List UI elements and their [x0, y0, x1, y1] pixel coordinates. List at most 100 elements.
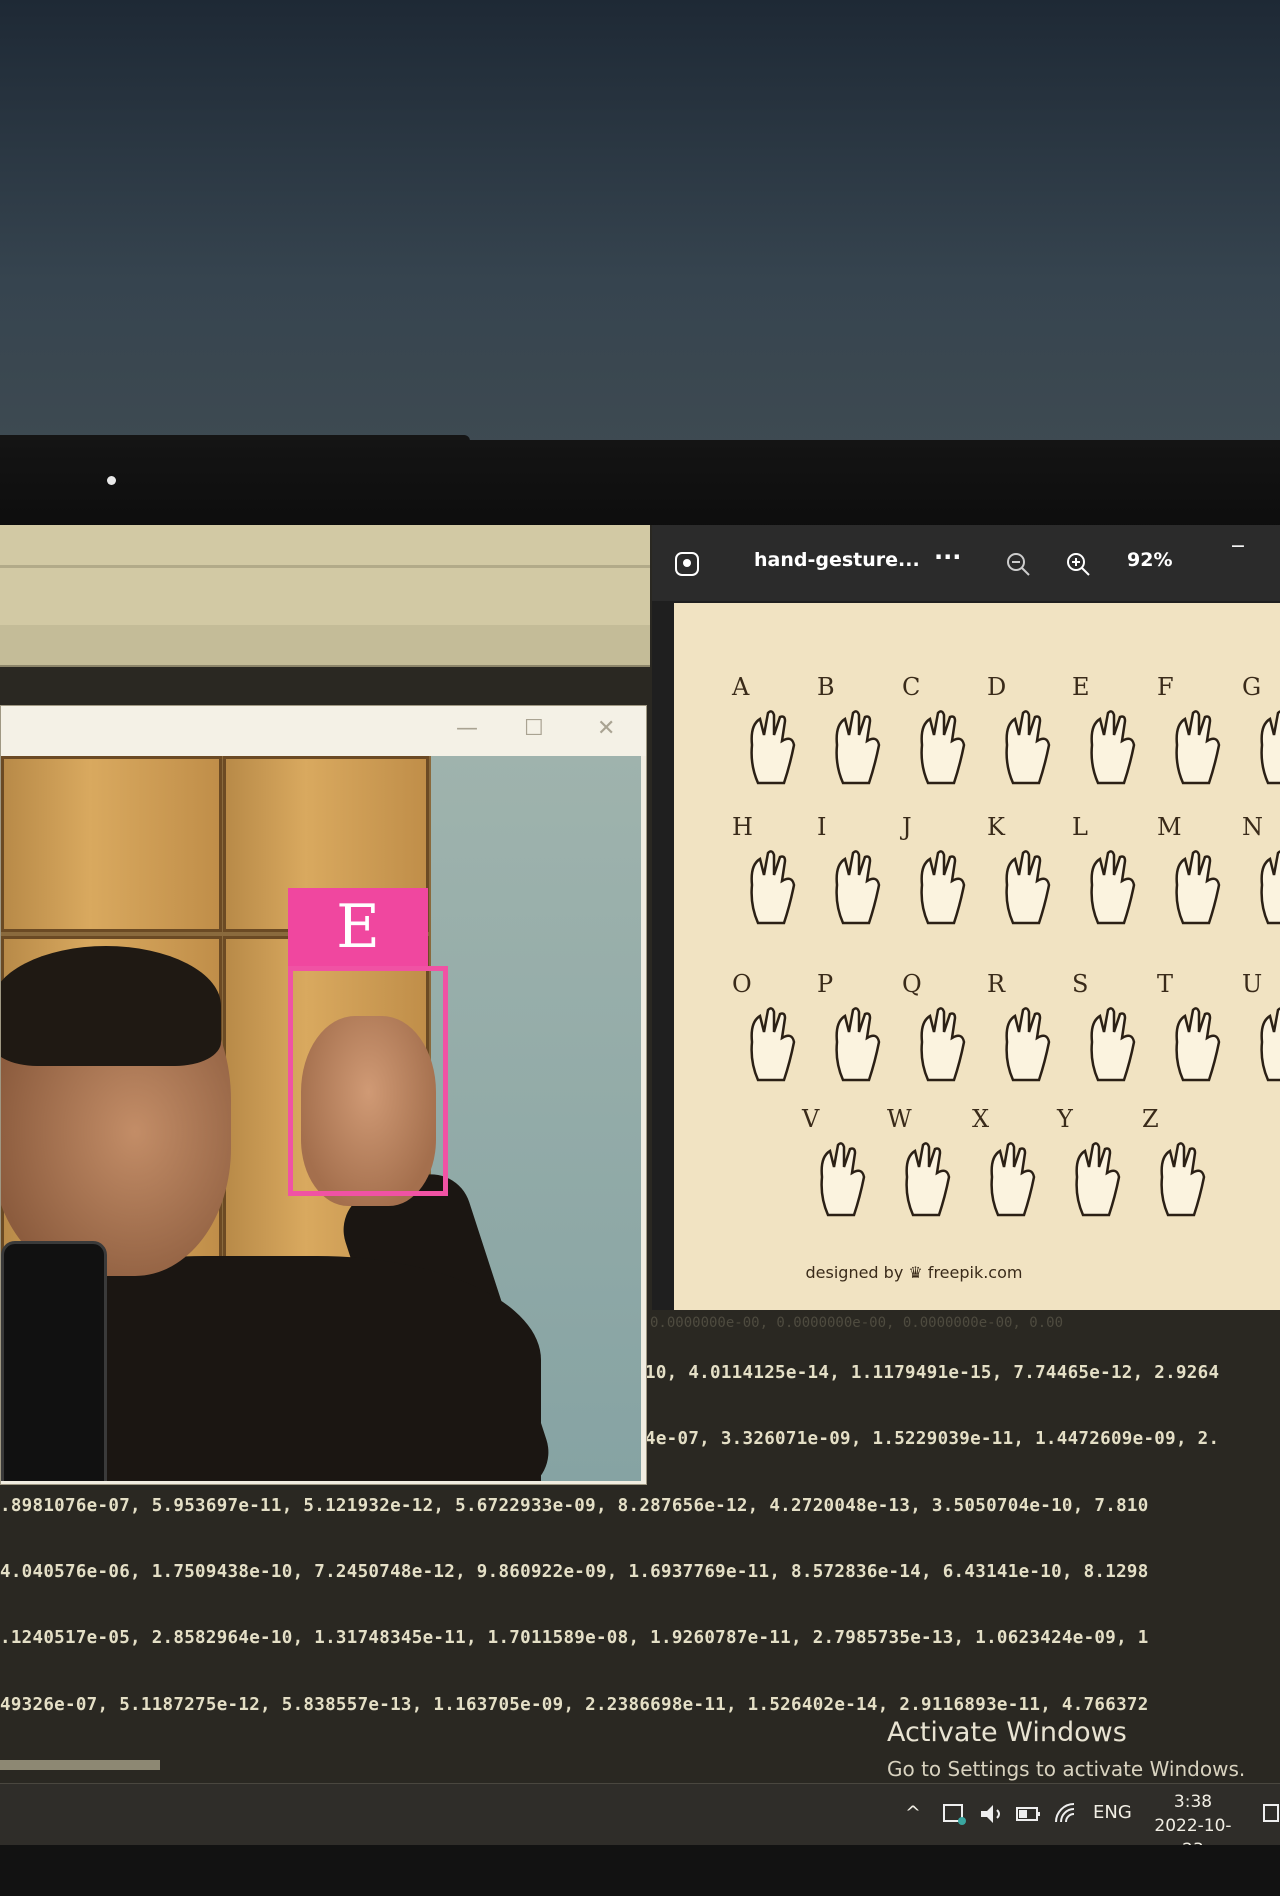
sign-v: V [802, 1105, 874, 1221]
sign-c: C [902, 673, 974, 789]
clock-time: 3:38 [1173, 1792, 1213, 1812]
sign-q: Q [902, 970, 974, 1086]
sign-p: P [817, 970, 889, 1086]
hand-sign-icon [990, 1142, 1036, 1217]
sign-f: F [1157, 673, 1229, 789]
horizontal-scrollbar[interactable] [0, 1760, 160, 1770]
photos-app-icon [675, 552, 699, 576]
hand-sign-icon [920, 850, 966, 925]
more-options-button[interactable]: ··· [934, 543, 961, 571]
sign-w: W [887, 1105, 959, 1221]
viewer-minimize-button[interactable]: − [1230, 535, 1246, 557]
sign-letter: F [1157, 673, 1174, 701]
prediction-label: E [288, 888, 428, 966]
zoom-out-icon[interactable] [1005, 551, 1031, 577]
sign-letter: P [817, 970, 834, 998]
file-name: hand-gesture... [754, 549, 920, 571]
sign-a: A [732, 673, 804, 789]
hand-sign-icon [750, 850, 796, 925]
hand-sign-icon [1005, 850, 1051, 925]
hand-sign-icon [1090, 710, 1136, 785]
sign-s: S [1072, 970, 1144, 1086]
sign-letter: J [902, 813, 912, 841]
terminal-line: .8981076e-07, 5.953697e-11, 5.121932e-12… [0, 1496, 1149, 1516]
hand-sign-icon [1005, 1007, 1051, 1082]
hand-sign-icon [1260, 710, 1280, 785]
sign-letter: N [1242, 813, 1263, 841]
hand-sign-icon [1260, 1007, 1280, 1082]
sign-letter: I [817, 813, 827, 841]
hand-sign-icon [835, 1007, 881, 1082]
sign-letter: E [1072, 673, 1090, 701]
background-window[interactable] [0, 525, 650, 667]
phone [1, 1241, 107, 1481]
sign-letter: O [732, 970, 752, 998]
hand-sign-icon [820, 1142, 866, 1217]
wardrobe-panel [1, 756, 222, 932]
wifi-icon[interactable] [1053, 1802, 1079, 1826]
hand-sign-icon [905, 1142, 951, 1217]
battery-icon[interactable] [1015, 1804, 1043, 1824]
clock[interactable]: 3:38 2022-10-23 [1148, 1790, 1238, 1845]
volume-icon[interactable] [978, 1802, 1006, 1826]
sign-letter: U [1242, 970, 1263, 998]
zoom-level[interactable]: 92% [1127, 549, 1172, 571]
sign-k: K [987, 813, 1059, 929]
sign-letter: X [972, 1105, 990, 1133]
sign-d: D [987, 673, 1059, 789]
zoom-in-icon[interactable] [1065, 551, 1091, 577]
hand-sign-icon [1175, 710, 1221, 785]
sign-n: N [1242, 813, 1280, 929]
notifications-icon[interactable] [1262, 1802, 1280, 1826]
hand-sign-icon [920, 710, 966, 785]
security-icon[interactable] [942, 1802, 968, 1826]
laptop-bezel [0, 440, 1280, 530]
sign-r: R [987, 970, 1059, 1086]
webcam-titlebar[interactable]: — ☐ ✕ [1, 706, 646, 756]
hand-sign-icon [1075, 1142, 1121, 1217]
sign-letter: W [887, 1105, 912, 1133]
laptop-bottom-bezel [0, 1845, 1280, 1896]
activate-windows-subtitle: Go to Settings to activate Windows. [887, 1757, 1246, 1781]
hand-sign-icon [750, 710, 796, 785]
language-indicator[interactable]: ENG [1093, 1802, 1132, 1823]
sign-letter: G [1242, 673, 1262, 701]
hand-sign-icon [1090, 1007, 1136, 1082]
sign-letter: L [1072, 813, 1088, 841]
terminal-line: 49326e-07, 5.1187275e-12, 5.838557e-13, … [0, 1695, 1149, 1715]
terminal-line: 4e-07, 3.326071e-09, 1.5229039e-11, 1.44… [645, 1429, 1220, 1449]
hand-sign-icon [750, 1007, 796, 1082]
background-window-divider [0, 565, 650, 568]
sign-letter: C [902, 673, 921, 701]
sign-letter: A [732, 673, 750, 701]
show-hidden-icons-button[interactable]: ^ [905, 1802, 921, 1824]
sign-h: H [732, 813, 804, 929]
sign-i: I [817, 813, 889, 929]
sign-m: M [1157, 813, 1229, 929]
sign-letter: S [1072, 970, 1089, 998]
hand-sign-icon [835, 850, 881, 925]
sign-letter: Y [1057, 1105, 1073, 1133]
sign-o: O [732, 970, 804, 1086]
terminal-line: .1240517e-05, 2.8582964e-10, 1.31748345e… [0, 1628, 1149, 1648]
laptop-screen: 0.0000000e-00, 0.0000000e-00, 0.0000000e… [0, 525, 1280, 1845]
hand-sign-icon [1260, 850, 1280, 925]
sign-letter: V [802, 1105, 820, 1133]
sign-letter: Q [902, 970, 922, 998]
webcam-window[interactable]: — ☐ ✕ E [0, 705, 647, 1485]
hand-sign-icon [835, 710, 881, 785]
close-button[interactable]: ✕ [597, 716, 615, 741]
hand-sign-icon [1090, 850, 1136, 925]
photos-viewer-window[interactable]: hand-gesture... ··· 92% − A B C D E F G H I J K L M N… [652, 525, 1280, 1310]
sign-letter: K [987, 813, 1005, 841]
hand-sign-icon [920, 1007, 966, 1082]
sign-j: J [902, 813, 974, 929]
wall-background [0, 0, 1280, 470]
minimize-button[interactable]: — [456, 716, 478, 741]
taskbar: ^ ENG 3:38 2022-10-23 [0, 1783, 1280, 1845]
terminal-faded-line: 0.0000000e-00, 0.0000000e-00, 0.0000000e… [650, 1315, 1064, 1331]
sign-l: L [1072, 813, 1144, 929]
sign-letter: B [817, 673, 835, 701]
laptop-camera [107, 476, 116, 485]
maximize-button[interactable]: ☐ [524, 716, 544, 741]
